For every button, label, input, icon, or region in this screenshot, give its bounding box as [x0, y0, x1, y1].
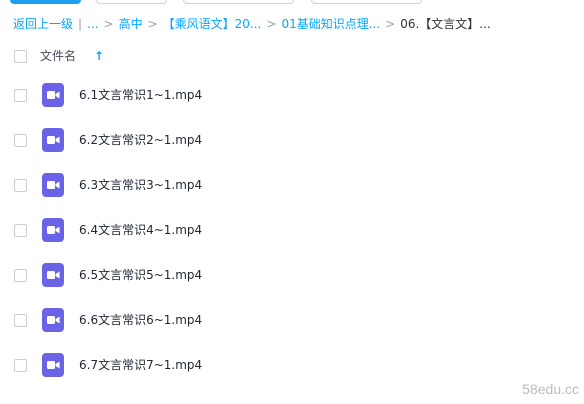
breadcrumb-item[interactable]: 【乘风语文】20... [163, 14, 262, 34]
video-file-icon [42, 128, 64, 152]
file-row[interactable]: 6.4文言常识4~1.mp4 [0, 208, 584, 253]
file-name[interactable]: 6.6文言常识6~1.mp4 [79, 311, 202, 329]
file-row[interactable]: 6.5文言常识5~1.mp4 [0, 253, 584, 298]
filename-column-header[interactable]: 文件名 [40, 46, 76, 66]
row-checkbox[interactable] [14, 269, 27, 282]
breadcrumb-item[interactable]: ... [87, 14, 98, 34]
breadcrumb-separator: > [147, 17, 158, 31]
arrow-up-icon[interactable]: ↑ [94, 46, 104, 66]
row-checkbox[interactable] [14, 179, 27, 192]
row-checkbox[interactable] [14, 359, 27, 372]
row-checkbox[interactable] [14, 314, 27, 327]
file-row[interactable]: 6.1文言常识1~1.mp4 [0, 73, 584, 118]
top-toolbar [0, 0, 584, 6]
select-all-checkbox[interactable] [14, 50, 27, 63]
row-checkbox[interactable] [14, 89, 27, 102]
file-row[interactable]: 6.7文言常识7~1.mp4 [0, 343, 584, 388]
watermark: 58edu.cc [522, 381, 579, 397]
file-name[interactable]: 6.7文言常识7~1.mp4 [79, 356, 202, 374]
breadcrumb-separator: > [103, 17, 114, 31]
breadcrumb: 返回上一级 |... > 高中 > 【乘风语文】20... >01基础知识点理... >06.… [13, 14, 491, 34]
file-name[interactable]: 6.4文言常识4~1.mp4 [79, 221, 202, 239]
upload-button[interactable] [10, 0, 81, 4]
video-file-icon [42, 353, 64, 377]
video-file-icon [42, 263, 64, 287]
list-header: 文件名 ↑ [13, 46, 573, 66]
breadcrumb-item[interactable]: 01基础知识点理... [281, 14, 380, 34]
file-name[interactable]: 6.1文言常识1~1.mp4 [79, 86, 202, 104]
file-row[interactable]: 6.6文言常识6~1.mp4 [0, 298, 584, 343]
video-file-icon [42, 308, 64, 332]
breadcrumb-current: 06.【文言文】... [400, 17, 491, 31]
breadcrumb-separator: > [266, 17, 277, 31]
file-row[interactable]: 6.3文言常识3~1.mp4 [0, 163, 584, 208]
toolbar-button[interactable] [311, 0, 422, 4]
video-file-icon [42, 173, 64, 197]
back-link[interactable]: 返回上一级 [13, 14, 73, 34]
breadcrumb-item[interactable]: 高中 [119, 14, 143, 34]
video-file-icon [42, 218, 64, 242]
breadcrumb-separator: | [78, 17, 83, 31]
file-name[interactable]: 6.3文言常识3~1.mp4 [79, 176, 202, 194]
row-checkbox[interactable] [14, 224, 27, 237]
file-list: 6.1文言常识1~1.mp4 6.2文言常识2~1.mp4 6.3文言常识3~1… [0, 73, 584, 388]
file-name[interactable]: 6.2文言常识2~1.mp4 [79, 131, 202, 149]
row-checkbox[interactable] [14, 134, 27, 147]
video-file-icon [42, 83, 64, 107]
new-folder-button[interactable] [96, 0, 167, 4]
file-row[interactable]: 6.2文言常识2~1.mp4 [0, 118, 584, 163]
file-name[interactable]: 6.5文言常识5~1.mp4 [79, 266, 202, 284]
toolbar-button[interactable] [183, 0, 294, 4]
breadcrumb-separator: > [385, 17, 396, 31]
